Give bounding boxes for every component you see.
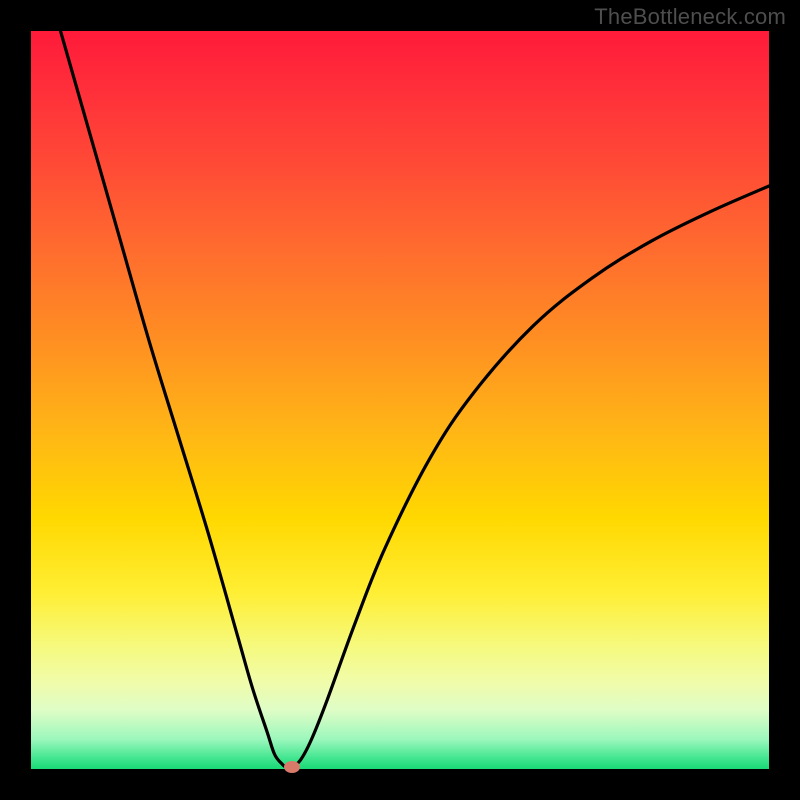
watermark-text: TheBottleneck.com [594, 4, 786, 30]
chart-frame: TheBottleneck.com [0, 0, 800, 800]
minimum-marker [284, 761, 300, 773]
plot-background-gradient [31, 31, 769, 769]
